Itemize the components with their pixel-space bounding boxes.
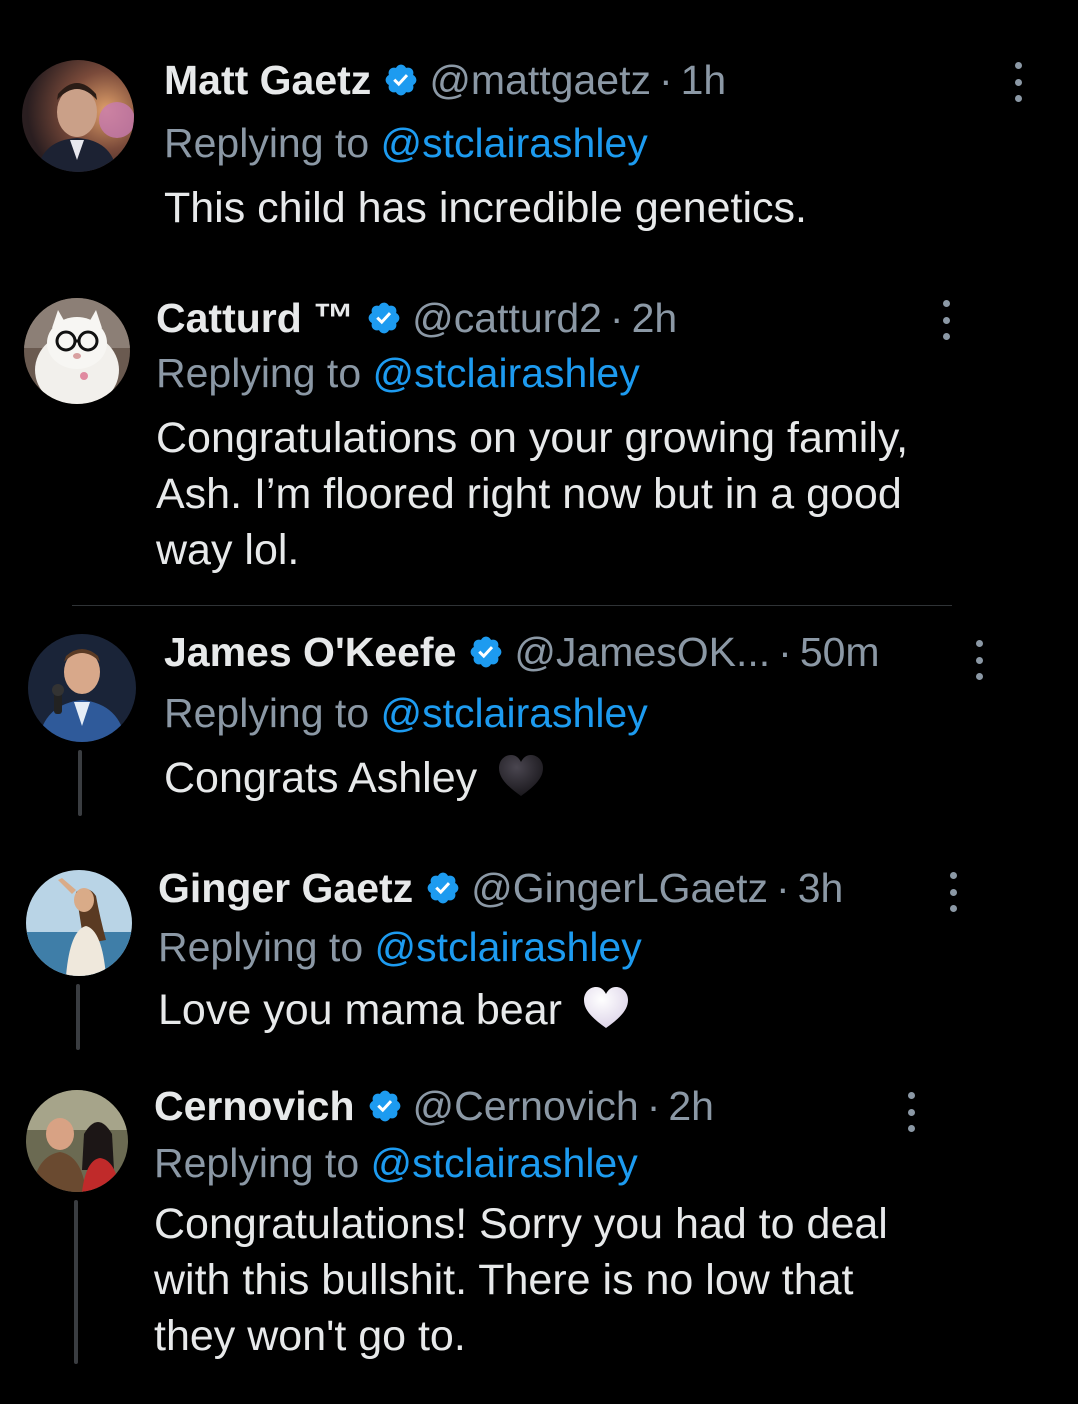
reply-text-line: Congratulations! Sorry you had to deal: [154, 1200, 888, 1248]
mention-link[interactable]: @stclairashley: [375, 924, 642, 970]
timestamp[interactable]: 3h: [798, 867, 844, 909]
more-vertical-icon[interactable]: [906, 1092, 916, 1132]
reply-text: This child has incredible genetics.: [164, 180, 807, 236]
reply-item[interactable]: Matt Gaetz @mattgaetz · 1h Replying to @…: [0, 0, 1078, 260]
reply-item[interactable]: Catturd ™ @catturd2 · 2h Replying to @st…: [0, 270, 1078, 600]
display-name[interactable]: Matt Gaetz: [164, 59, 371, 101]
mention-link[interactable]: @stclairashley: [371, 1140, 638, 1186]
avatar[interactable]: [22, 60, 134, 172]
timestamp[interactable]: 50m: [800, 631, 880, 673]
replying-to: Replying to @stclairashley: [156, 350, 640, 397]
timestamp[interactable]: 1h: [681, 59, 727, 101]
divider: [72, 605, 952, 606]
replying-to-label: Replying to: [164, 690, 370, 736]
avatar[interactable]: [26, 1090, 128, 1192]
mention-link[interactable]: @stclairashley: [373, 350, 640, 396]
handle[interactable]: @GingerLGaetz: [471, 867, 768, 909]
reply-text-line: Ash. I’m floored right now but in a good: [156, 470, 902, 518]
reply-text-line: way lol.: [156, 526, 300, 574]
display-name[interactable]: Cernovich: [154, 1085, 355, 1127]
separator: ·: [609, 294, 624, 341]
reply-text-content: Congrats Ashley: [164, 754, 478, 802]
verified-badge-icon: [425, 870, 461, 906]
verified-badge-icon: [383, 62, 419, 98]
handle[interactable]: @catturd2: [412, 297, 602, 339]
mention-link[interactable]: @stclairashley: [381, 120, 648, 166]
separator: ·: [658, 56, 673, 103]
replying-to-label: Replying to: [164, 120, 370, 166]
verified-badge-icon: [468, 634, 504, 670]
verified-badge-icon: [366, 300, 402, 336]
separator: ·: [778, 628, 792, 675]
reply-text-content: This child has incredible genetics.: [164, 184, 807, 232]
replying-to-label: Replying to: [156, 350, 362, 396]
display-name[interactable]: James O'Keefe: [164, 631, 456, 673]
black-heart-icon: [497, 754, 545, 812]
replying-to: Replying to @stclairashley: [158, 924, 642, 971]
display-name[interactable]: Ginger Gaetz: [158, 867, 413, 909]
replying-to: Replying to @stclairashley: [164, 690, 648, 737]
timestamp[interactable]: 2h: [632, 297, 678, 339]
reply-text: Congratulations! Sorry you had to deal w…: [154, 1196, 888, 1364]
reply-item[interactable]: James O'Keefe @JamesOK... · 50m Replying…: [0, 610, 1078, 850]
replying-to: Replying to @stclairashley: [164, 120, 648, 167]
avatar[interactable]: [26, 870, 132, 976]
reply-text-line: Congratulations on your growing family,: [156, 414, 909, 462]
reply-text-line: they won't go to.: [154, 1312, 466, 1360]
replying-to-label: Replying to: [158, 924, 364, 970]
reply-text: Congratulations on your growing family, …: [156, 410, 908, 578]
reply-item[interactable]: Ginger Gaetz @GingerLGaetz · 3h Replying…: [0, 850, 1078, 1060]
reply-text: Congrats Ashley: [164, 750, 545, 812]
verified-badge-icon: [367, 1088, 403, 1124]
thread-line: [74, 1200, 78, 1364]
mention-link[interactable]: @stclairashley: [381, 690, 648, 736]
reply-text-content: Love you mama bear: [158, 986, 562, 1034]
avatar[interactable]: [28, 634, 136, 742]
display-name[interactable]: Catturd ™: [156, 297, 354, 339]
reply-item[interactable]: Cernovich @Cernovich · 2h Replying to @s…: [0, 1070, 1078, 1404]
avatar[interactable]: [24, 298, 130, 404]
more-vertical-icon[interactable]: [1013, 62, 1023, 102]
reply-text-line: with this bullshit. There is no low that: [154, 1256, 854, 1304]
thread-line: [76, 984, 80, 1050]
separator: ·: [646, 1082, 661, 1129]
white-heart-icon: [582, 986, 630, 1044]
more-vertical-icon[interactable]: [941, 300, 951, 340]
thread-line: [78, 750, 82, 816]
replying-to-label: Replying to: [154, 1140, 360, 1186]
more-vertical-icon[interactable]: [948, 872, 958, 912]
handle[interactable]: @Cernovich: [413, 1085, 639, 1127]
handle[interactable]: @JamesOK...: [514, 631, 770, 673]
handle[interactable]: @mattgaetz: [429, 59, 651, 101]
more-vertical-icon[interactable]: [974, 640, 984, 680]
replying-to: Replying to @stclairashley: [154, 1140, 638, 1187]
timestamp[interactable]: 2h: [668, 1085, 714, 1127]
separator: ·: [776, 864, 790, 911]
reply-text: Love you mama bear: [158, 982, 630, 1044]
